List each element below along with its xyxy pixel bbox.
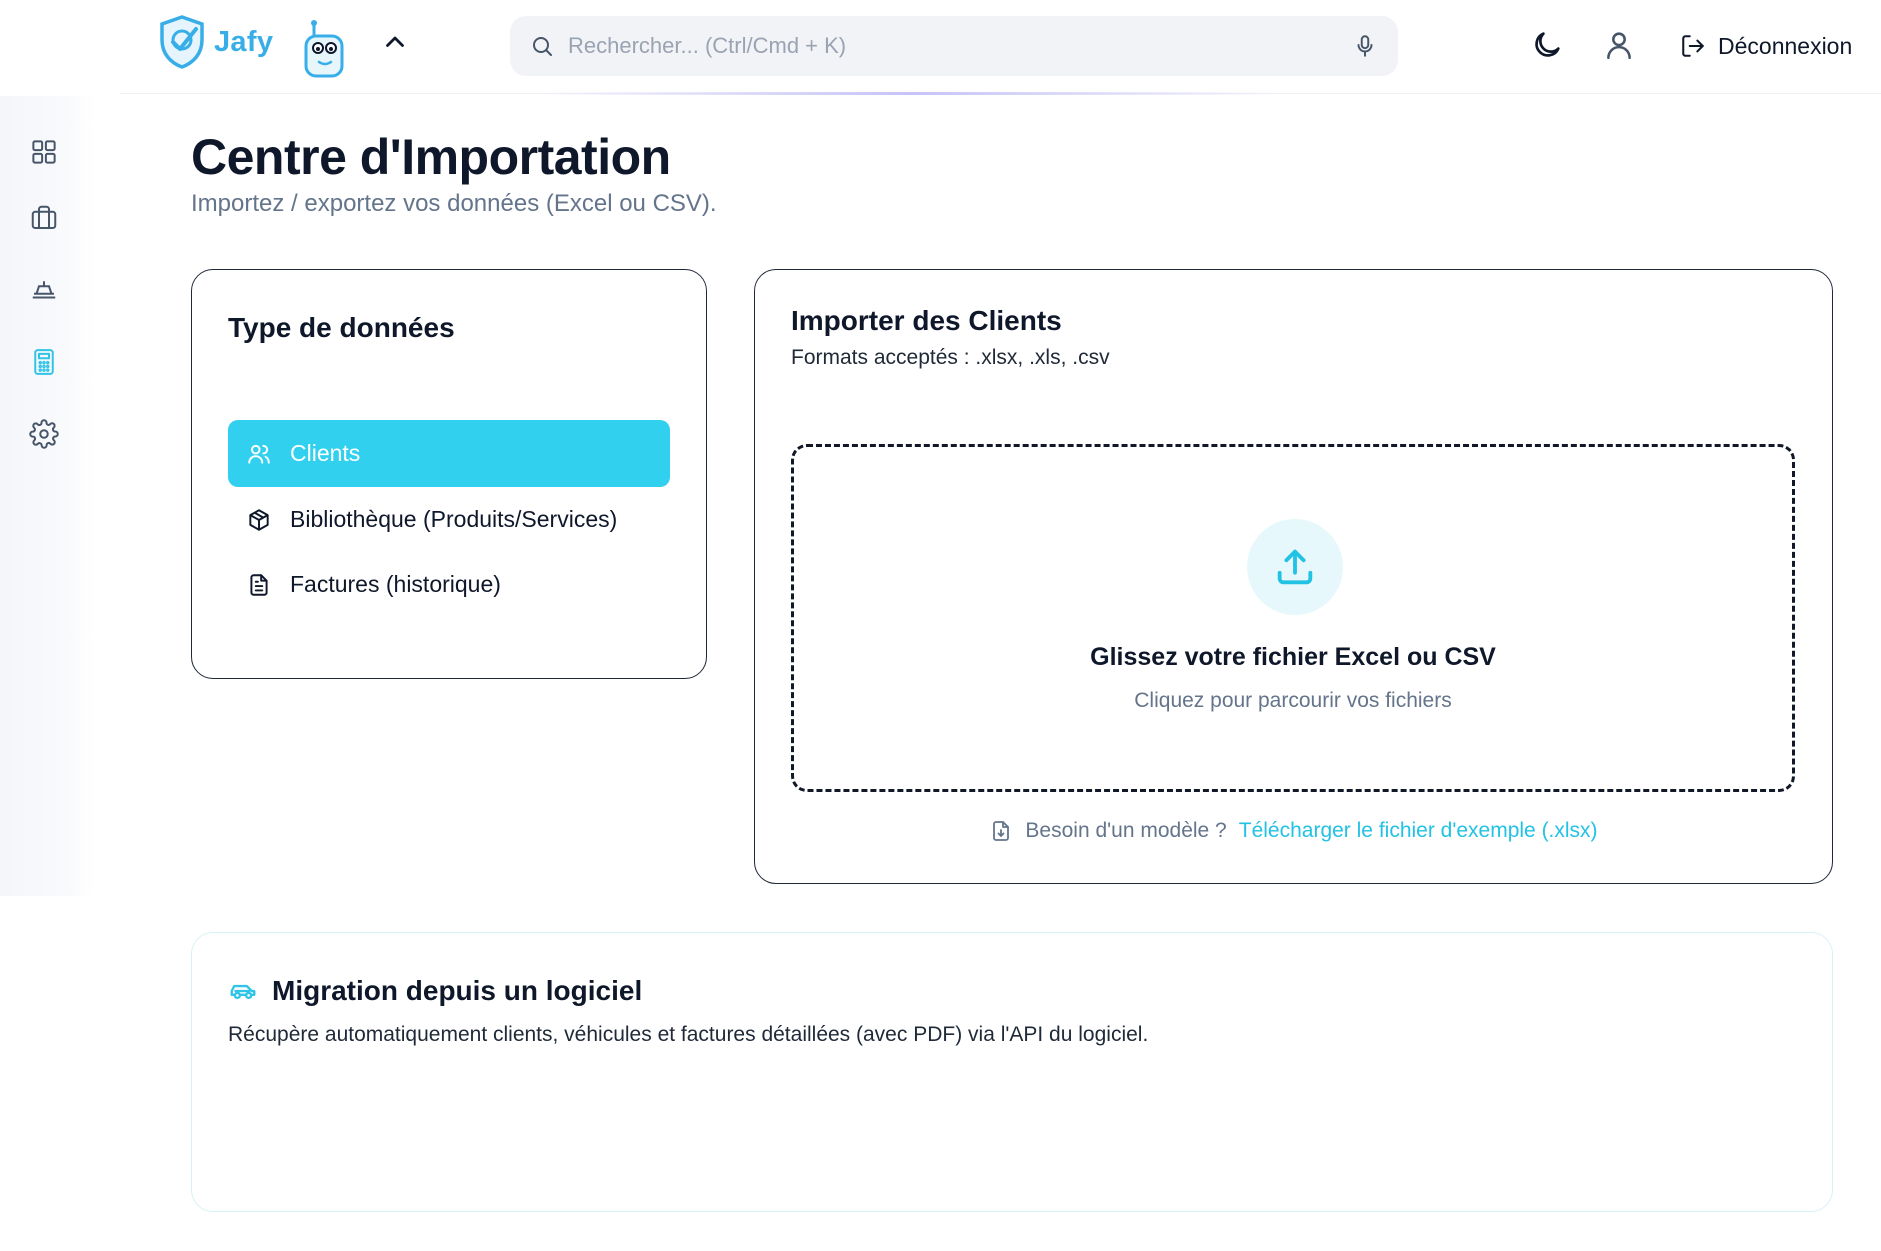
- shield-check-icon: [160, 15, 204, 69]
- logout-label: Déconnexion: [1718, 32, 1853, 59]
- data-type-library[interactable]: Bibliothèque (Produits/Services): [228, 486, 670, 553]
- logout-button[interactable]: Déconnexion: [1680, 26, 1852, 66]
- calculator-icon: [34, 349, 54, 375]
- chevron-up-icon[interactable]: [380, 28, 410, 58]
- search-input[interactable]: [568, 33, 1352, 59]
- logo-text: Jafy: [214, 25, 274, 58]
- import-card: Importer des Clients Formats acceptés : …: [754, 269, 1833, 884]
- page-subtitle: Importez / exportez vos données (Excel o…: [191, 190, 717, 217]
- file-download-icon: [993, 821, 1010, 841]
- car-icon: [32, 281, 56, 299]
- template-download-row: Besoin d'un modèle ? Télécharger le fich…: [755, 819, 1832, 843]
- microphone-icon[interactable]: [1352, 33, 1378, 59]
- package-icon: [249, 508, 269, 531]
- top-header: Jafy Rechercher... (Ctrl/Cmd + K) Déconn…: [120, 0, 1881, 94]
- data-type-label: Clients: [290, 440, 361, 466]
- brand-logo[interactable]: Jafy: [156, 14, 273, 70]
- migration-description: Récupère automatiquement clients, véhicu…: [228, 1023, 1149, 1046]
- accepted-formats: Formats acceptés : .xlsx, .xls, .csv: [791, 346, 1110, 369]
- migration-title: Migration depuis un logiciel: [272, 975, 643, 1006]
- template-question: Besoin d'un modèle ?: [1025, 819, 1227, 842]
- sidebar-item-vehicles[interactable]: [24, 270, 64, 310]
- dashboard-grid-icon: [32, 140, 56, 164]
- dropzone-title: Glissez votre fichier Excel ou CSV: [1090, 643, 1496, 671]
- user-icon[interactable]: [1602, 28, 1636, 62]
- import-title: Importer des Clients: [791, 305, 1062, 336]
- data-type-invoices[interactable]: Factures (historique): [228, 551, 670, 618]
- sidebar-item-dashboard[interactable]: [24, 132, 64, 172]
- migration-header: Migration depuis un logiciel: [228, 975, 642, 1007]
- data-type-label: Factures (historique): [290, 571, 501, 597]
- data-type-card: Type de données Clients Bibliothèque (Pr…: [191, 269, 707, 679]
- car-icon: [230, 984, 256, 1000]
- sidebar-item-settings[interactable]: [24, 414, 64, 454]
- migration-card: Migration depuis un logiciel Récupère au…: [191, 932, 1833, 1212]
- app-root: Jafy Rechercher... (Ctrl/Cmd + K) Déconn…: [0, 0, 1881, 1251]
- gear-icon: [29, 419, 59, 449]
- template-download-link[interactable]: Télécharger le fichier d'exemple (.xlsx): [1239, 819, 1598, 843]
- sidebar: [0, 96, 96, 896]
- dropzone-subtitle: Cliquez pour parcourir vos fichiers: [1134, 689, 1452, 712]
- document-icon: [250, 573, 268, 596]
- users-icon: [248, 444, 270, 464]
- data-type-label: Bibliothèque (Produits/Services): [290, 506, 618, 532]
- sidebar-item-calculator[interactable]: [24, 342, 64, 382]
- page-title: Centre d'Importation: [191, 129, 671, 185]
- file-dropzone[interactable]: Glissez votre fichier Excel ou CSV Cliqu…: [791, 444, 1795, 792]
- header-glow: [540, 92, 1280, 95]
- search-bar: [510, 16, 1398, 76]
- upload-badge: [1247, 519, 1343, 615]
- data-type-clients[interactable]: Clients: [228, 420, 670, 487]
- upload-icon: [1277, 549, 1313, 585]
- robot-mascot-icon[interactable]: [300, 18, 350, 80]
- data-type-title: Type de données: [228, 312, 455, 343]
- sidebar-item-briefcase[interactable]: [24, 198, 64, 238]
- moon-icon[interactable]: [1530, 28, 1564, 62]
- search-icon: [533, 37, 552, 56]
- briefcase-icon: [31, 205, 57, 229]
- logout-icon: [1682, 35, 1704, 57]
